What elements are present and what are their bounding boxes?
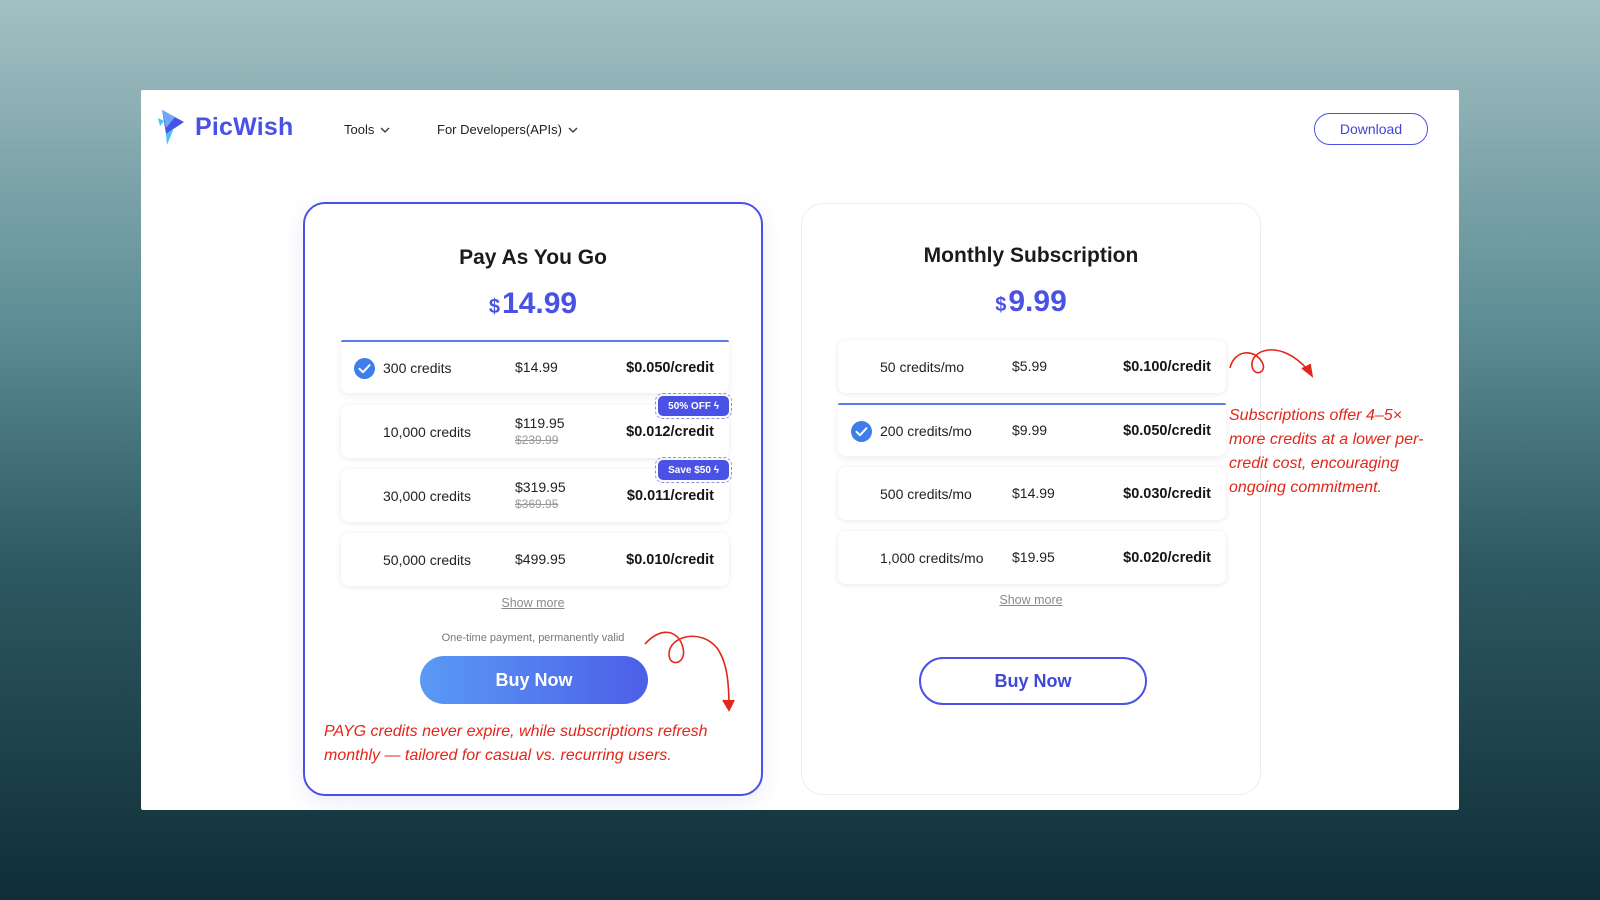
sub-show-more-link[interactable]: Show more — [802, 593, 1260, 607]
per-credit-price: $0.011/credit — [626, 487, 714, 504]
curved-arrow-icon — [644, 631, 735, 712]
sub-option-200[interactable]: 200 credits/mo $9.99 $0.050/credit — [838, 403, 1226, 456]
annotation-line: credit cost, encouraging — [1229, 455, 1399, 472]
option-price: $19.95 — [1012, 549, 1055, 565]
check-circle-icon — [851, 420, 872, 442]
sub-option-1000[interactable]: 1,000 credits/mo $19.95 $0.020/credit — [838, 531, 1226, 584]
payg-show-more-link[interactable]: Show more — [305, 596, 761, 610]
nav-developers-label: For Developers(APIs) — [437, 122, 562, 137]
pay-as-you-go-card[interactable]: Pay As You Go $14.99 300 credits $14.99 … — [303, 202, 763, 796]
current-price: $119.95 — [515, 414, 565, 431]
subscription-annotation: Subscriptions offer 4–5× more credits at… — [1229, 404, 1457, 500]
brand-name: PicWish — [195, 112, 294, 141]
discount-badge: 50% OFF ϟ — [655, 393, 732, 419]
option-price: $14.99 — [515, 359, 558, 375]
payg-option-300[interactable]: 300 credits $14.99 $0.050/credit — [341, 340, 729, 393]
annotation-line: Subscriptions offer 4–5× — [1229, 407, 1402, 424]
brand-logo[interactable]: PicWish — [157, 108, 293, 146]
download-button[interactable]: Download — [1314, 113, 1428, 145]
chevron-down-icon — [568, 127, 578, 133]
chevron-down-icon — [380, 127, 390, 133]
payg-option-50000[interactable]: 50,000 credits $499.95 $0.010/credit — [341, 533, 729, 586]
annotation-line: PAYG credits never expire, while subscri… — [324, 723, 708, 740]
option-price: $9.99 — [1012, 422, 1048, 438]
payg-option-30000[interactable]: Save $50 ϟ 30,000 credits $319.95 $369.95… — [341, 457, 732, 522]
payg-price-value: 14.99 — [502, 287, 578, 320]
option-price: $319.95 $369.95 — [515, 479, 566, 513]
sub-option-50[interactable]: 50 credits/mo $5.99 $0.100/credit — [838, 340, 1226, 393]
sub-option-500[interactable]: 500 credits/mo $14.99 $0.030/credit — [838, 467, 1226, 520]
option-price: $5.99 — [1012, 358, 1048, 374]
credits-amount: 50 credits/mo — [880, 358, 965, 375]
annotation-line: more credits at a lower per- — [1229, 431, 1424, 448]
nav-tools[interactable]: Tools — [344, 122, 390, 137]
option-price: $14.99 — [1012, 485, 1055, 501]
payg-title: Pay As You Go — [459, 246, 607, 269]
payg-price: $14.99 — [305, 287, 761, 321]
original-price: $369.95 — [515, 496, 559, 511]
annotation-line: ongoing commitment. — [1229, 479, 1382, 496]
credits-amount: 200 credits/mo — [880, 422, 972, 439]
per-credit-price: $0.012/credit — [626, 423, 714, 440]
current-price: $319.95 — [515, 478, 566, 495]
credits-amount: 1,000 credits/mo — [880, 549, 984, 566]
payg-annotation: PAYG credits never expire, while subscri… — [324, 720, 744, 768]
per-credit-price: $0.050/credit — [626, 359, 714, 376]
subscription-price: $9.99 — [802, 285, 1260, 319]
per-credit-price: $0.050/credit — [1123, 422, 1211, 439]
payg-buy-now-button[interactable]: Buy Now — [420, 656, 648, 704]
per-credit-price: $0.030/credit — [1123, 485, 1211, 502]
original-price: $239.99 — [515, 432, 559, 447]
credits-amount: 500 credits/mo — [880, 485, 972, 502]
payg-option-10000[interactable]: 50% OFF ϟ 10,000 credits $119.95 $239.99 … — [341, 393, 732, 458]
payg-currency: $ — [488, 296, 501, 318]
browser-page: PicWish Tools For Developers(APIs) Downl… — [141, 90, 1459, 810]
per-credit-price: $0.010/credit — [626, 551, 714, 568]
nav-developers[interactable]: For Developers(APIs) — [437, 122, 578, 137]
option-price: $499.95 — [515, 551, 566, 567]
credits-amount: 30,000 credits — [383, 487, 471, 504]
nav-tools-label: Tools — [344, 122, 375, 137]
sub-buy-now-button[interactable]: Buy Now — [919, 657, 1147, 705]
check-circle-icon — [354, 357, 375, 379]
credits-amount: 10,000 credits — [383, 423, 471, 440]
subscription-currency: $ — [995, 294, 1007, 316]
picwish-logo-icon — [158, 110, 184, 145]
savings-badge: Save $50 ϟ — [655, 457, 732, 483]
per-credit-price: $0.020/credit — [1123, 549, 1211, 566]
subscription-price-value: 9.99 — [1008, 285, 1067, 318]
monthly-subscription-card[interactable]: Monthly Subscription $9.99 50 credits/mo… — [801, 203, 1261, 795]
curved-arrow-icon — [1229, 349, 1314, 378]
subscription-title: Monthly Subscription — [923, 244, 1139, 267]
annotation-line: monthly — tailored for casual vs. recurr… — [324, 747, 672, 764]
credits-amount: 300 credits — [383, 359, 452, 376]
credits-amount: 50,000 credits — [383, 551, 471, 568]
option-price: $119.95 $239.99 — [515, 415, 565, 449]
per-credit-price: $0.100/credit — [1123, 358, 1211, 375]
